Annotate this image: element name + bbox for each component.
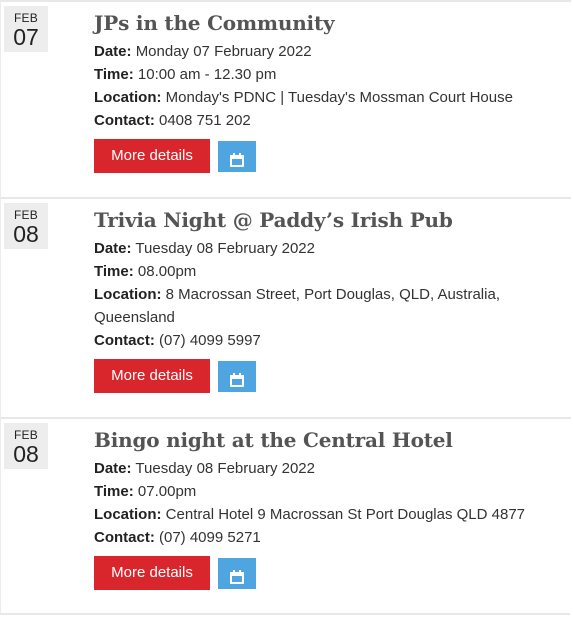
event-content: Trivia Night @ Paddy’s Irish Pub Date: T… bbox=[94, 207, 571, 393]
event-date-row: Date: Tuesday 08 February 2022 bbox=[94, 457, 534, 480]
divider bbox=[0, 613, 570, 615]
date-day: 07 bbox=[13, 24, 39, 50]
event-location-row: Location: 8 Macrossan Street, Port Dougl… bbox=[94, 283, 519, 329]
date-label: Date: bbox=[94, 43, 132, 60]
event-date-row: Date: Tuesday 08 February 2022 bbox=[94, 237, 534, 260]
calendar-icon bbox=[230, 570, 244, 584]
add-to-calendar-button[interactable] bbox=[218, 141, 256, 172]
event-actions: More details bbox=[94, 556, 571, 590]
add-to-calendar-button[interactable] bbox=[218, 558, 256, 589]
calendar-icon bbox=[230, 373, 244, 387]
event-date: Tuesday 08 February 2022 bbox=[135, 240, 315, 257]
date-day: 08 bbox=[13, 221, 39, 247]
event-contact-row: Contact: (07) 4099 5271 bbox=[94, 526, 534, 549]
event-item: FEB 08 Trivia Night @ Paddy’s Irish Pub … bbox=[0, 197, 571, 419]
time-label: Time: bbox=[94, 66, 134, 83]
event-contact: (07) 4099 5997 bbox=[159, 332, 261, 349]
date-month: FEB bbox=[14, 11, 38, 25]
contact-label: Contact: bbox=[94, 529, 155, 546]
event-contact-row: Contact: (07) 4099 5997 bbox=[94, 329, 534, 352]
event-location: Central Hotel 9 Macrossan St Port Dougla… bbox=[165, 506, 526, 523]
event-title[interactable]: JPs in the Community bbox=[94, 10, 571, 36]
event-item: FEB 08 Bingo night at the Central Hotel … bbox=[0, 417, 571, 615]
event-location-row: Location: Central Hotel 9 Macrossan St P… bbox=[94, 503, 564, 526]
event-contact: (07) 4099 5271 bbox=[159, 529, 261, 546]
time-label: Time: bbox=[94, 483, 134, 500]
event-contact-row: Contact: 0408 751 202 bbox=[94, 109, 534, 132]
location-label: Location: bbox=[94, 506, 162, 523]
date-label: Date: bbox=[94, 460, 132, 477]
event-date-row: Date: Monday 07 February 2022 bbox=[94, 40, 534, 63]
event-title[interactable]: Trivia Night @ Paddy’s Irish Pub bbox=[94, 207, 571, 233]
event-time-row: Time: 08.00pm bbox=[94, 260, 534, 283]
date-badge: FEB 08 bbox=[4, 203, 48, 249]
event-contact: 0408 751 202 bbox=[159, 112, 251, 129]
event-content: JPs in the Community Date: Monday 07 Feb… bbox=[94, 10, 571, 173]
event-item: FEB 07 JPs in the Community Date: Monday… bbox=[0, 0, 571, 199]
contact-label: Contact: bbox=[94, 332, 155, 349]
date-month: FEB bbox=[14, 208, 38, 222]
time-label: Time: bbox=[94, 263, 134, 280]
event-date: Tuesday 08 February 2022 bbox=[135, 460, 315, 477]
contact-label: Contact: bbox=[94, 112, 155, 129]
date-day: 08 bbox=[13, 441, 39, 467]
event-time: 08.00pm bbox=[137, 263, 197, 280]
event-time-row: Time: 07.00pm bbox=[94, 480, 534, 503]
event-actions: More details bbox=[94, 359, 571, 393]
event-title[interactable]: Bingo night at the Central Hotel bbox=[94, 427, 571, 453]
event-content: Bingo night at the Central Hotel Date: T… bbox=[94, 427, 571, 590]
date-badge: FEB 08 bbox=[4, 423, 48, 469]
event-time: 07.00pm bbox=[137, 483, 197, 500]
date-badge: FEB 07 bbox=[4, 6, 48, 52]
more-details-button[interactable]: More details bbox=[94, 359, 210, 393]
event-location-row: Location: Monday's PDNC | Tuesday's Moss… bbox=[94, 86, 534, 109]
calendar-icon bbox=[230, 153, 244, 167]
location-label: Location: bbox=[94, 286, 162, 303]
event-time: 10:00 am - 12.30 pm bbox=[137, 66, 277, 83]
event-time-row: Time: 10:00 am - 12.30 pm bbox=[94, 63, 534, 86]
event-location: Monday's PDNC | Tuesday's Mossman Court … bbox=[165, 89, 513, 106]
location-label: Location: bbox=[94, 89, 162, 106]
add-to-calendar-button[interactable] bbox=[218, 361, 256, 392]
event-actions: More details bbox=[94, 139, 571, 173]
date-month: FEB bbox=[14, 428, 38, 442]
event-date: Monday 07 February 2022 bbox=[135, 43, 312, 60]
date-label: Date: bbox=[94, 240, 132, 257]
more-details-button[interactable]: More details bbox=[94, 139, 210, 173]
more-details-button[interactable]: More details bbox=[94, 556, 210, 590]
